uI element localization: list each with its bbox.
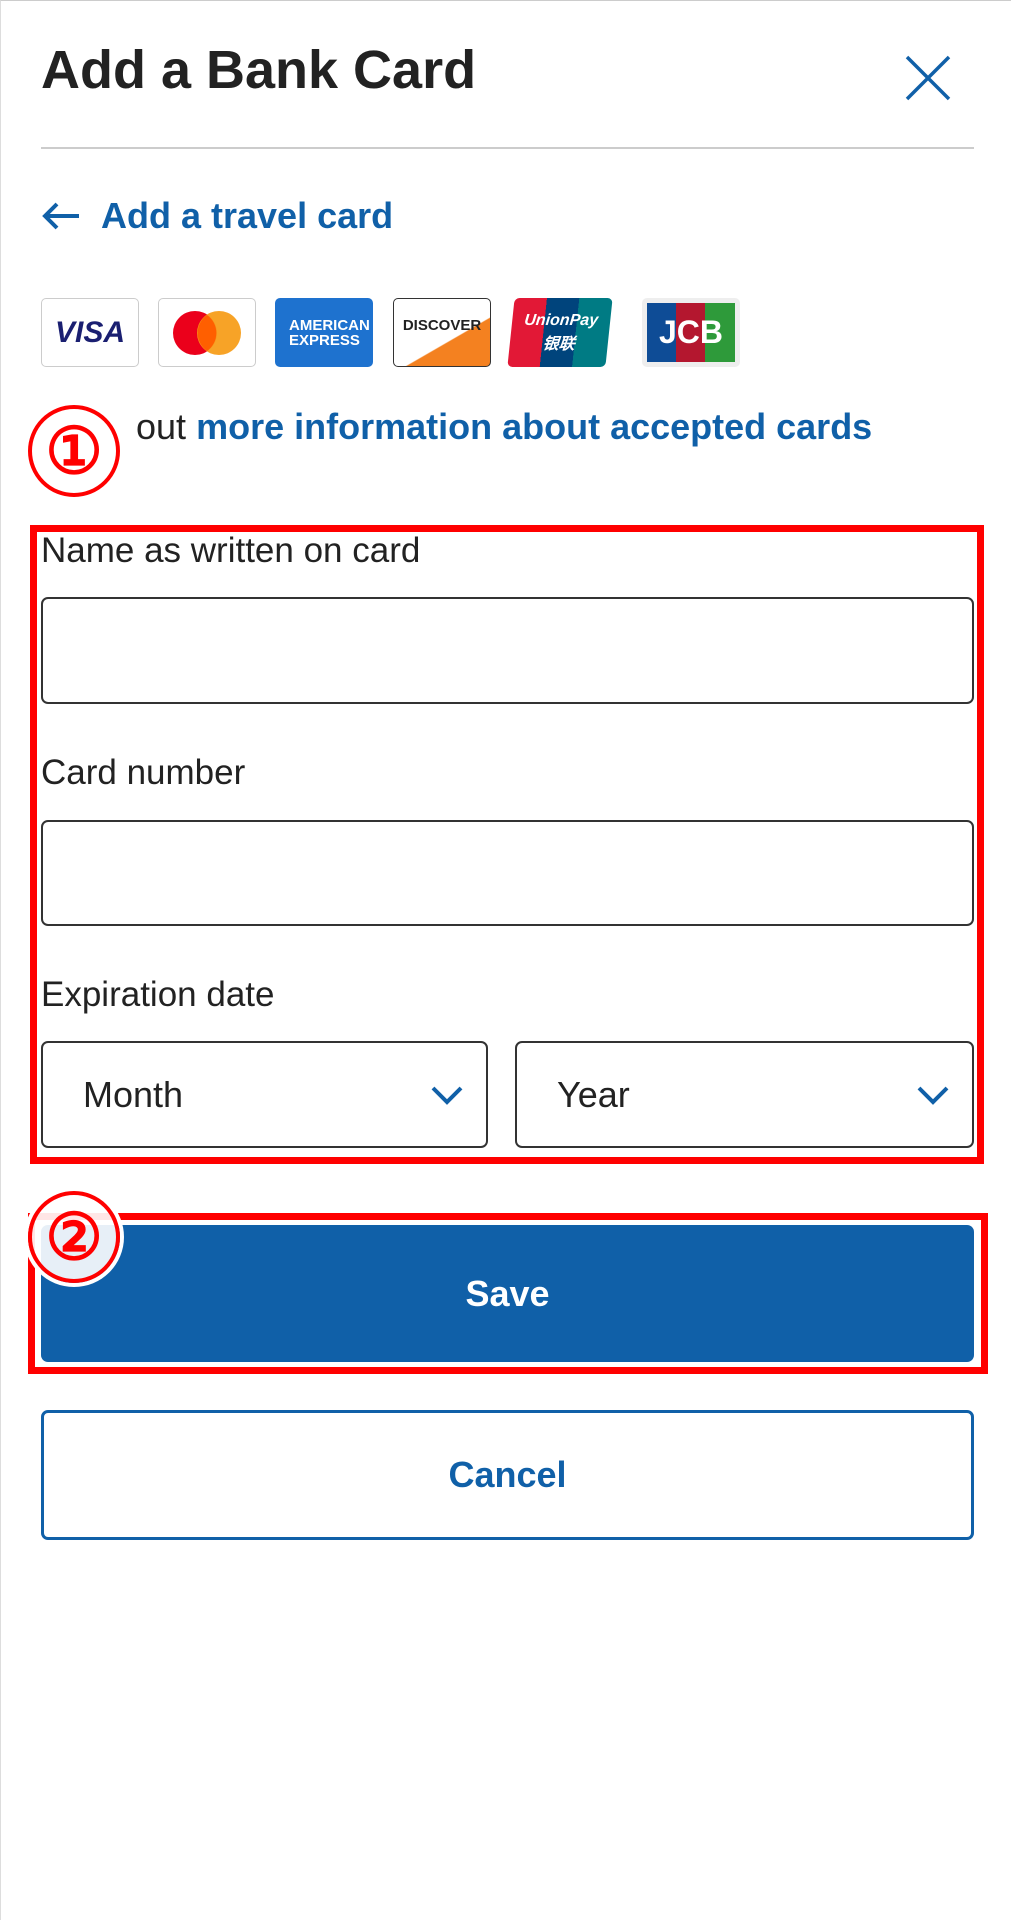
accepted-cards-link[interactable]: more information about accepted cards bbox=[196, 406, 872, 447]
annotation-marker-2: ② bbox=[28, 1191, 120, 1283]
divider bbox=[41, 147, 974, 149]
accepted-cards-info: out more information about accepted card… bbox=[136, 406, 872, 448]
add-travel-card-link[interactable]: Add a travel card bbox=[41, 195, 393, 237]
cancel-button[interactable]: Cancel bbox=[41, 1410, 974, 1540]
mastercard-logo bbox=[158, 298, 256, 367]
page-title: Add a Bank Card bbox=[41, 40, 477, 100]
add-travel-card-label: Add a travel card bbox=[101, 195, 394, 236]
discover-logo: DISCOVER bbox=[393, 298, 491, 367]
visa-logo: VISA bbox=[41, 298, 139, 367]
jcb-logo: JCB bbox=[642, 298, 740, 367]
annotation-marker-1: ① bbox=[28, 405, 120, 497]
amex-logo: AMERICAN EXPRESS bbox=[275, 298, 373, 367]
info-prefix: out bbox=[136, 406, 187, 447]
annotation-box-form bbox=[30, 525, 984, 1164]
annotation-box-save bbox=[28, 1213, 988, 1374]
unionpay-logo: UnionPay 银联 bbox=[507, 298, 613, 367]
close-icon[interactable] bbox=[903, 53, 953, 103]
arrow-left-icon bbox=[42, 202, 79, 230]
